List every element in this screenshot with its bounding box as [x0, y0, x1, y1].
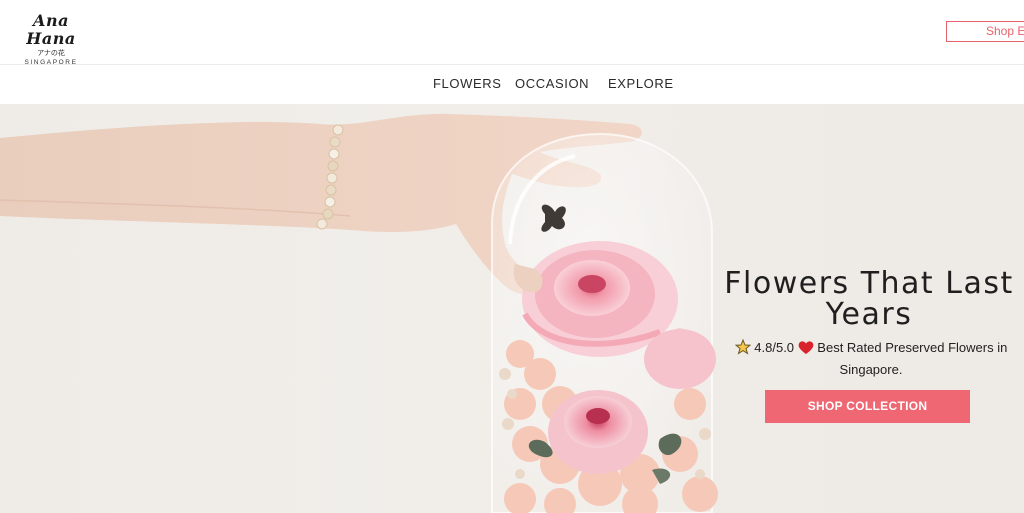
hero-title-line-1: Flowers That Last — [724, 266, 1014, 301]
rating-line: 4.8/5.0 Best Rated Preserved Flowers in … — [706, 338, 1024, 379]
hero-banner: Flowers That Last Years 4.8/5.0 Best Rat… — [0, 104, 1024, 513]
heart-icon — [798, 340, 814, 360]
hero-title: Flowers That Last Years — [704, 268, 1024, 330]
logo-wordmark: Ana Hana — [26, 11, 76, 48]
star-icon — [734, 338, 751, 360]
rating-description-city: Singapore. — [839, 362, 903, 377]
shop-button[interactable]: Shop E — [946, 21, 1024, 42]
rating-description: Best Rated Preserved Flowers in — [817, 340, 1008, 355]
nav-item-explore[interactable]: EXPLORE — [608, 76, 674, 91]
logo-japanese-text: アナの花 — [37, 50, 65, 57]
rating-score: 4.8/5.0 — [754, 340, 795, 355]
main-nav: FLOWERS OCCASION EXPLORE — [0, 65, 1024, 104]
nav-item-occasion[interactable]: OCCASION — [515, 76, 589, 91]
brand-logo[interactable]: Ana Hana アナの花 SINGAPORE — [6, 8, 96, 67]
shop-collection-button[interactable]: SHOP COLLECTION — [765, 390, 970, 423]
nav-item-flowers[interactable]: FLOWERS — [433, 76, 501, 91]
site-header: Ana Hana アナの花 SINGAPORE Shop E — [0, 0, 1024, 67]
hero-title-line-2: Years — [825, 297, 913, 332]
bottom-rose — [548, 390, 648, 474]
